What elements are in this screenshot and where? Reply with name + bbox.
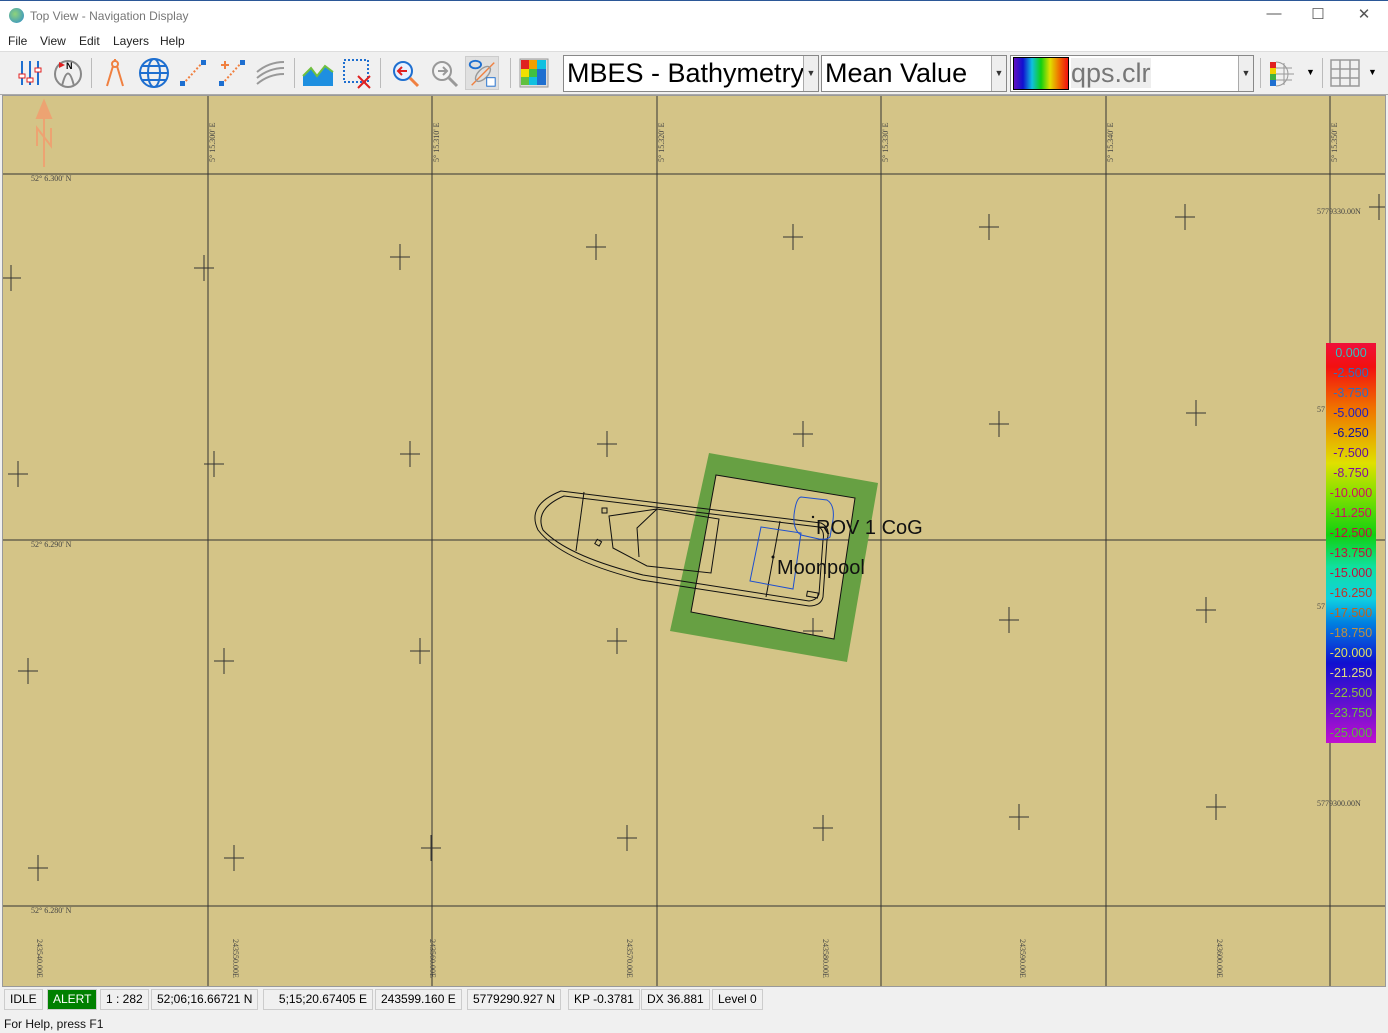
lat-label: 52° 6.300' N [31, 174, 72, 183]
alert-indicator[interactable]: ALERT [47, 989, 98, 1010]
scale-entry: -17.500 [1329, 606, 1373, 620]
scale-entry: -20.000 [1329, 646, 1373, 660]
app-globe-icon [9, 8, 24, 23]
north-up-icon[interactable]: N [51, 56, 85, 90]
scale-entry: -8.750 [1333, 466, 1369, 480]
latitude-readout: 52;06;16.66721 N [151, 989, 259, 1010]
zoom-previous-icon[interactable] [388, 56, 422, 90]
north-arrow-icon [35, 98, 53, 167]
color-file-value: qps.clr [1071, 58, 1151, 88]
northing-label: 57 [1317, 405, 1325, 414]
lon-label: 5° 15.320' E [657, 122, 666, 162]
scale-entry: -12.500 [1329, 526, 1373, 540]
help-text: For Help, press F1 [4, 1017, 104, 1031]
easting-label: 243570.00E [625, 939, 634, 978]
level-readout: Level 0 [712, 989, 763, 1010]
maximize-button[interactable]: ☐ [1298, 5, 1338, 27]
lon-label: 5° 15.340' E [1106, 122, 1115, 162]
easting-label: 243580.00E [821, 939, 830, 978]
data-source-value: MBES - Bathymetry [567, 58, 805, 88]
globe-icon[interactable] [137, 56, 171, 90]
scale-entry: -5.000 [1333, 406, 1369, 420]
scale-entry: -10.000 [1329, 486, 1373, 500]
state-indicator: IDLE [4, 989, 43, 1010]
menu-layers[interactable]: Layers [113, 34, 149, 48]
scale-entry: -22.500 [1329, 686, 1373, 700]
scale-readout: 1 : 282 [100, 989, 149, 1010]
scale-entry: 0.000 [1335, 346, 1367, 360]
chevron-down-icon[interactable]: ▼ [1368, 67, 1377, 77]
color-ramp-swatch [1013, 57, 1069, 90]
color-file-dropdown[interactable]: qps.clr ▼ [1010, 55, 1254, 92]
map-canvas [3, 96, 1385, 986]
menu-file[interactable]: File [8, 34, 27, 48]
easting-label: 243540.00E [35, 939, 44, 978]
lat-label: 52° 6.280' N [31, 906, 72, 915]
color-grid-icon[interactable] [517, 56, 551, 90]
chevron-down-icon: ▼ [991, 56, 1006, 91]
window-title: Top View - Navigation Display [30, 9, 189, 23]
visibility-icon[interactable] [465, 56, 499, 90]
northing-label: 57 [1317, 602, 1325, 611]
easting-label: 243600.00E [1215, 939, 1224, 978]
rov-cog-label: ROV 1 CoG [816, 517, 923, 539]
scale-entry: -3.750 [1333, 386, 1369, 400]
scale-entry: -25.000 [1329, 726, 1373, 740]
northing-label: 5779330.00N [1317, 207, 1361, 216]
scale-entry: -18.750 [1329, 626, 1373, 640]
close-button[interactable]: ✕ [1344, 5, 1384, 27]
status-bar: IDLE ALERT 1 : 282 52;06;16.66721 N 5;15… [0, 988, 1388, 1012]
depth-color-scale: 0.000 -2.500 -3.750 -5.000 -6.250 -7.500 -8.75… [1326, 343, 1376, 743]
menu-bar: File View Edit Layers Help [0, 31, 1388, 51]
clear-selection-icon[interactable] [340, 56, 374, 90]
easting-readout: 243599.160 E [375, 989, 462, 1010]
menu-view[interactable]: View [40, 34, 66, 48]
title-bar: Top View - Navigation Display — ☐ ✕ [0, 0, 1388, 31]
kp-readout: KP -0.3781 [568, 989, 640, 1010]
scale-entry: -16.250 [1329, 586, 1373, 600]
grid-icon[interactable] [1328, 56, 1362, 90]
scale-entry: -15.000 [1329, 566, 1373, 580]
scale-entry: -21.250 [1329, 666, 1373, 680]
scale-entry: -7.500 [1333, 446, 1369, 460]
easting-label: 243560.00E [428, 939, 437, 978]
lon-label: 5° 15.310' E [432, 122, 441, 162]
layer-colors-icon[interactable] [1266, 56, 1300, 90]
moonpool-label: Moonpool [777, 557, 865, 579]
svg-text:N: N [66, 61, 73, 71]
minimize-button[interactable]: — [1254, 5, 1294, 27]
value-mode-value: Mean Value [825, 58, 968, 88]
scale-entry: -11.250 [1330, 506, 1372, 520]
profile-chart-icon[interactable] [301, 56, 335, 90]
chevron-down-icon: ▼ [803, 56, 818, 91]
settings-sliders-icon[interactable] [13, 56, 47, 90]
lat-label: 52° 6.290' N [31, 540, 72, 549]
scale-entry: -6.250 [1333, 426, 1369, 440]
menu-help[interactable]: Help [160, 34, 185, 48]
lon-label: 5° 15.330' E [881, 122, 890, 162]
scale-entry: -2.500 [1333, 366, 1369, 380]
line-tool-icon[interactable] [176, 56, 210, 90]
value-mode-dropdown[interactable]: Mean Value ▼ [821, 55, 1007, 92]
contours-icon[interactable] [254, 56, 288, 90]
lon-label: 5° 15.300' E [208, 122, 217, 162]
dx-readout: DX 36.881 [641, 989, 710, 1010]
scale-entry: -13.750 [1329, 546, 1373, 560]
menu-edit[interactable]: Edit [79, 34, 100, 48]
zoom-next-icon[interactable] [427, 56, 461, 90]
toolbar: N MBES - Bathymetry ▼ Mean Value ▼ qps.clr… [0, 51, 1388, 95]
scale-entry: -23.750 [1329, 706, 1373, 720]
lon-label: 5° 15.350' E [1330, 122, 1339, 162]
northing-readout: 5779290.927 N [467, 989, 562, 1010]
chevron-down-icon: ▼ [1238, 56, 1253, 91]
compass-divider-icon[interactable] [98, 56, 132, 90]
data-source-dropdown[interactable]: MBES - Bathymetry ▼ [563, 55, 819, 92]
chevron-down-icon[interactable]: ▼ [1306, 67, 1315, 77]
easting-label: 243550.00E [231, 939, 240, 978]
navigation-map[interactable]: 5° 15.300' E 5° 15.310' E 5° 15.320' E 5… [2, 95, 1386, 987]
northing-label: 5779300.00N [1317, 799, 1361, 808]
longitude-readout: 5;15;20.67405 E [263, 989, 373, 1010]
add-line-icon[interactable] [215, 56, 249, 90]
easting-label: 243590.00E [1018, 939, 1027, 978]
